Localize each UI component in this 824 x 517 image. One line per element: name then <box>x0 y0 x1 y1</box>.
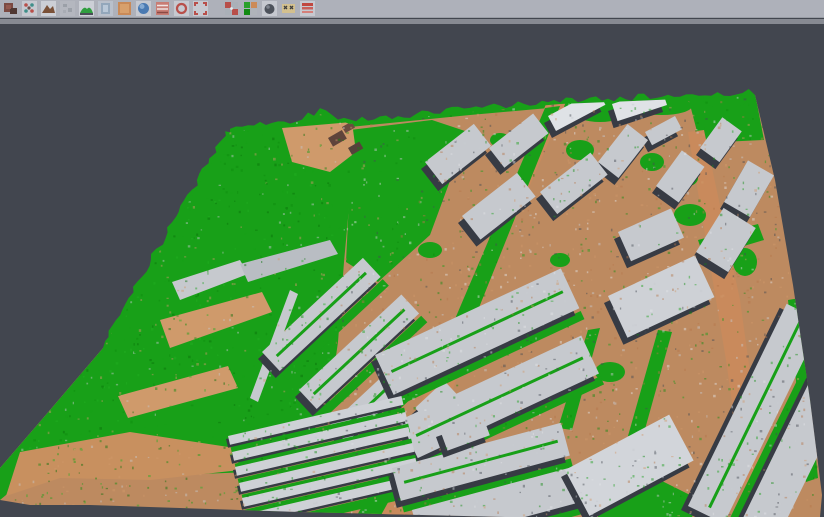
orange-square-button[interactable] <box>117 1 132 16</box>
checker-icon <box>224 1 239 16</box>
checker-button[interactable] <box>224 1 239 16</box>
sphere-icon <box>136 1 151 16</box>
crossed-marks-button[interactable] <box>281 1 296 16</box>
corner-brackets-button[interactable] <box>193 1 208 16</box>
tree-blob <box>674 204 706 226</box>
scatter-points-button[interactable] <box>22 1 37 16</box>
dark-sphere-icon <box>262 1 277 16</box>
mesh-icon <box>60 1 75 16</box>
main-toolbar <box>0 0 824 18</box>
crossed-marks-icon <box>281 1 296 16</box>
hill-icon <box>79 1 94 16</box>
sphere-button[interactable] <box>136 1 151 16</box>
circle-outline-icon <box>174 1 189 16</box>
tree-blob <box>418 242 442 258</box>
corner-brackets-icon <box>193 1 208 16</box>
hill-button[interactable] <box>79 1 94 16</box>
panel-button[interactable] <box>98 1 113 16</box>
viewport-3d[interactable] <box>0 24 824 517</box>
red-stripes-button[interactable] <box>300 1 315 16</box>
circle-outline-button[interactable] <box>174 1 189 16</box>
tree-blob <box>550 253 570 267</box>
classification-colors-button[interactable] <box>243 1 258 16</box>
application-window <box>0 0 824 517</box>
mesh-button[interactable] <box>60 1 75 16</box>
cubes-button[interactable] <box>3 1 18 16</box>
scatter-points-icon <box>22 1 37 16</box>
dark-sphere-button[interactable] <box>262 1 277 16</box>
panel-icon <box>98 1 113 16</box>
classification-colors-icon <box>243 1 258 16</box>
cubes-icon <box>3 1 18 16</box>
point-cloud-scene[interactable] <box>0 24 824 517</box>
striped-square-button[interactable] <box>155 1 170 16</box>
orange-square-icon <box>117 1 132 16</box>
red-stripes-icon <box>300 1 315 16</box>
mountain-icon <box>41 1 56 16</box>
tree-blob <box>640 153 664 171</box>
mountain-button[interactable] <box>41 1 56 16</box>
striped-square-icon <box>155 1 170 16</box>
